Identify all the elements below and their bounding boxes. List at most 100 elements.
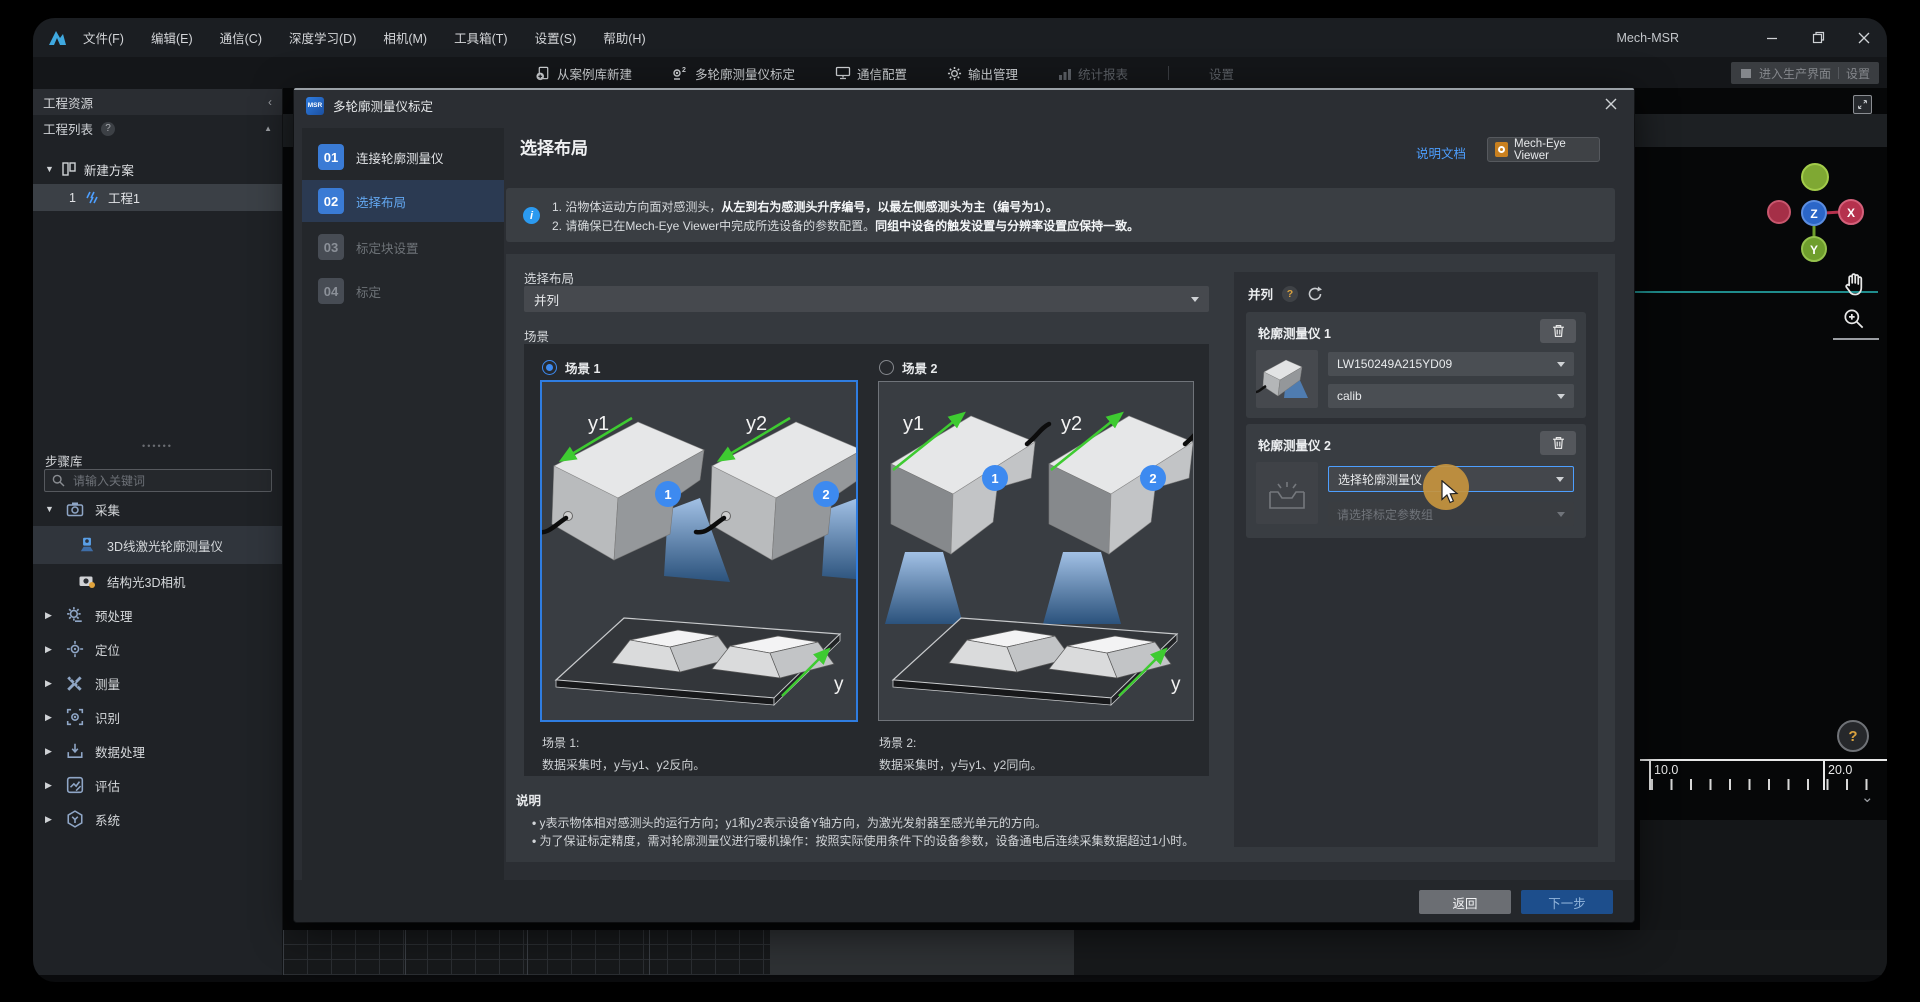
- group-positioning[interactable]: ▶ 定位: [33, 632, 282, 666]
- pan-hand-icon[interactable]: [1841, 270, 1869, 298]
- delete-profiler2-button[interactable]: [1540, 431, 1576, 455]
- profiler1-param-select[interactable]: calib: [1328, 384, 1574, 408]
- sidebar-item-solution[interactable]: ▼ 新建方案: [33, 155, 282, 183]
- tree-expand-icon[interactable]: ▶: [45, 678, 55, 689]
- scene1-illustration[interactable]: 1 y1 2: [542, 382, 856, 720]
- collapse-sidebar-icon[interactable]: ‹: [268, 95, 272, 109]
- profiler2-card: 轮廓测量仪 2 选择轮廓测量仪: [1246, 424, 1586, 538]
- eye-scan-icon: [65, 707, 85, 727]
- mech-eye-viewer-button[interactable]: Mech-Eye Viewer: [1487, 137, 1600, 162]
- svg-text:Y: Y: [1810, 243, 1818, 257]
- device-assignment-panel: 并列 ? 轮廓测量仪 1: [1234, 272, 1598, 847]
- scene1-radio[interactable]: 场景 1: [542, 358, 600, 377]
- axis-ball-left[interactable]: [1768, 201, 1790, 223]
- step-select-layout[interactable]: 02 选择布局: [302, 180, 504, 222]
- tree-expand-icon[interactable]: ▼: [45, 164, 54, 174]
- expand-viewport-button[interactable]: [1853, 95, 1872, 114]
- step-search-box[interactable]: [44, 469, 272, 492]
- next-button[interactable]: 下一步: [1521, 890, 1613, 914]
- delete-profiler1-button[interactable]: [1540, 319, 1576, 343]
- info-line-2: 2. 请确保已在Mech-Eye Viewer中完成所选设备的参数配置。同组中设…: [552, 217, 1139, 234]
- toolbar-profiler-calibration[interactable]: 2 多轮廓测量仪标定: [672, 64, 795, 83]
- group-acquisition[interactable]: ▼ 采集: [33, 492, 282, 526]
- sidebar-item-project[interactable]: 1 工程1: [33, 184, 282, 211]
- ruler: [1640, 759, 1887, 761]
- tree-expand-icon[interactable]: ▶: [45, 644, 55, 655]
- app-logo: [47, 29, 67, 47]
- main-toolbar: 从案例库新建 2 多轮廓测量仪标定 通信配置: [33, 57, 1887, 89]
- back-button[interactable]: 返回: [1419, 890, 1511, 914]
- documentation-link[interactable]: 说明文档: [1416, 143, 1466, 162]
- svg-text:X: X: [1847, 206, 1855, 220]
- window-controls: [1749, 18, 1887, 57]
- tree-expand-icon[interactable]: ▶: [45, 780, 55, 791]
- help-button[interactable]: ?: [1837, 720, 1869, 752]
- radio-icon[interactable]: [879, 360, 894, 375]
- toolbar-statistics: 统计报表: [1058, 64, 1128, 83]
- zoom-in-icon[interactable]: [1841, 306, 1867, 332]
- step-library-tree: ▼ 采集 3D线激光轮廓测量仪 结构光3D相机 ▶: [33, 492, 282, 836]
- group-data-processing[interactable]: ▶ 数据处理: [33, 734, 282, 768]
- group-preprocessing[interactable]: ▶ 预处理: [33, 598, 282, 632]
- tree-expand-icon[interactable]: ▶: [45, 814, 55, 825]
- scene2-radio[interactable]: 场景 2: [879, 358, 937, 377]
- gear-icon: [65, 605, 85, 625]
- axis-ball-top[interactable]: [1802, 164, 1828, 190]
- toolbar-comm-config[interactable]: 通信配置: [835, 64, 907, 83]
- maximize-button[interactable]: [1795, 18, 1841, 57]
- menu-settings[interactable]: 设置(S): [535, 28, 577, 47]
- resize-handle[interactable]: ••••••: [33, 441, 282, 451]
- dialog-close-button[interactable]: [1588, 88, 1634, 119]
- collapse-list-icon[interactable]: ▲: [264, 124, 272, 133]
- toolbar-output-management[interactable]: 输出管理: [947, 64, 1018, 83]
- note-1: y表示物体相对感测头的运行方向；y1和y2表示设备Y轴方向，为激光发射器至感光单…: [532, 814, 1047, 831]
- menu-deep-learning[interactable]: 深度学习(D): [289, 28, 356, 47]
- scene2-illustration[interactable]: 1 y1 2: [879, 382, 1193, 720]
- toolbar-new-from-case[interactable]: 从案例库新建: [536, 64, 632, 83]
- profiler1-serial-select[interactable]: LW150249A215YD09: [1328, 352, 1574, 376]
- tree-collapse-icon[interactable]: ▼: [45, 504, 55, 514]
- menu-edit[interactable]: 编辑(E): [151, 28, 193, 47]
- minimize-button[interactable]: [1749, 18, 1795, 57]
- svg-text:Z: Z: [1810, 207, 1817, 221]
- step-connect-profilers[interactable]: 01 连接轮廓测量仪: [302, 136, 504, 178]
- group-recognition[interactable]: ▶ 识别: [33, 700, 282, 734]
- menu-help[interactable]: 帮助(H): [603, 28, 645, 47]
- close-button[interactable]: [1841, 18, 1887, 57]
- step-structured-light-camera[interactable]: 结构光3D相机: [33, 564, 282, 598]
- project-list-header[interactable]: 工程列表 ? ▲: [33, 115, 282, 142]
- chevron-down-icon[interactable]: ⌄: [1861, 788, 1874, 806]
- tree-expand-icon[interactable]: ▶: [45, 610, 55, 621]
- tree-expand-icon[interactable]: ▶: [45, 712, 55, 723]
- layout-select[interactable]: 并列: [524, 286, 1209, 312]
- axis-gizmo[interactable]: Z X Y: [1723, 158, 1883, 288]
- search-input[interactable]: [71, 473, 241, 489]
- profiler2-placeholder-thumbnail: [1256, 462, 1318, 524]
- group-help-icon[interactable]: ?: [1282, 286, 1298, 302]
- trash-icon: [1552, 436, 1565, 450]
- menu-toolbox[interactable]: 工具箱(T): [454, 28, 507, 47]
- menu-file[interactable]: 文件(F): [83, 28, 124, 47]
- profiler1-card: 轮廓测量仪 1: [1246, 312, 1586, 418]
- group-evaluation[interactable]: ▶ 评估: [33, 768, 282, 802]
- radio-selected-icon[interactable]: [542, 360, 557, 375]
- tree-expand-icon[interactable]: ▶: [45, 746, 55, 757]
- menu-camera[interactable]: 相机(M): [383, 28, 427, 47]
- project-icon: [86, 191, 98, 204]
- svg-text:y1: y1: [588, 413, 609, 435]
- toolbar-separator: [1168, 66, 1169, 80]
- profiler-calibration-dialog: MSR 多轮廓测量仪标定 01 连接轮廓测量仪 02 选择布局 03 标定块设置: [294, 88, 1634, 922]
- scene1-caption-title: 场景 1:: [542, 734, 579, 751]
- titlebar: 文件(F) 编辑(E) 通信(C) 深度学习(D) 相机(M) 工具箱(T) 设…: [33, 18, 1887, 57]
- dialog-titlebar[interactable]: MSR 多轮廓测量仪标定: [294, 90, 1634, 121]
- refresh-icon[interactable]: [1307, 286, 1323, 302]
- help-badge-icon[interactable]: ?: [101, 122, 115, 136]
- step-3d-laser-profiler[interactable]: 3D线激光轮廓测量仪: [33, 526, 282, 564]
- group-measurement[interactable]: ▶ 测量: [33, 666, 282, 700]
- group-system[interactable]: ▶ 系统: [33, 802, 282, 836]
- sidebar-header: 工程资源 ‹: [33, 89, 282, 115]
- data-tray-icon: [65, 741, 85, 761]
- structured-light-camera-icon: [77, 571, 97, 591]
- enter-production-button: 进入生产界面 设置: [1731, 62, 1879, 84]
- menu-communication[interactable]: 通信(C): [220, 28, 262, 47]
